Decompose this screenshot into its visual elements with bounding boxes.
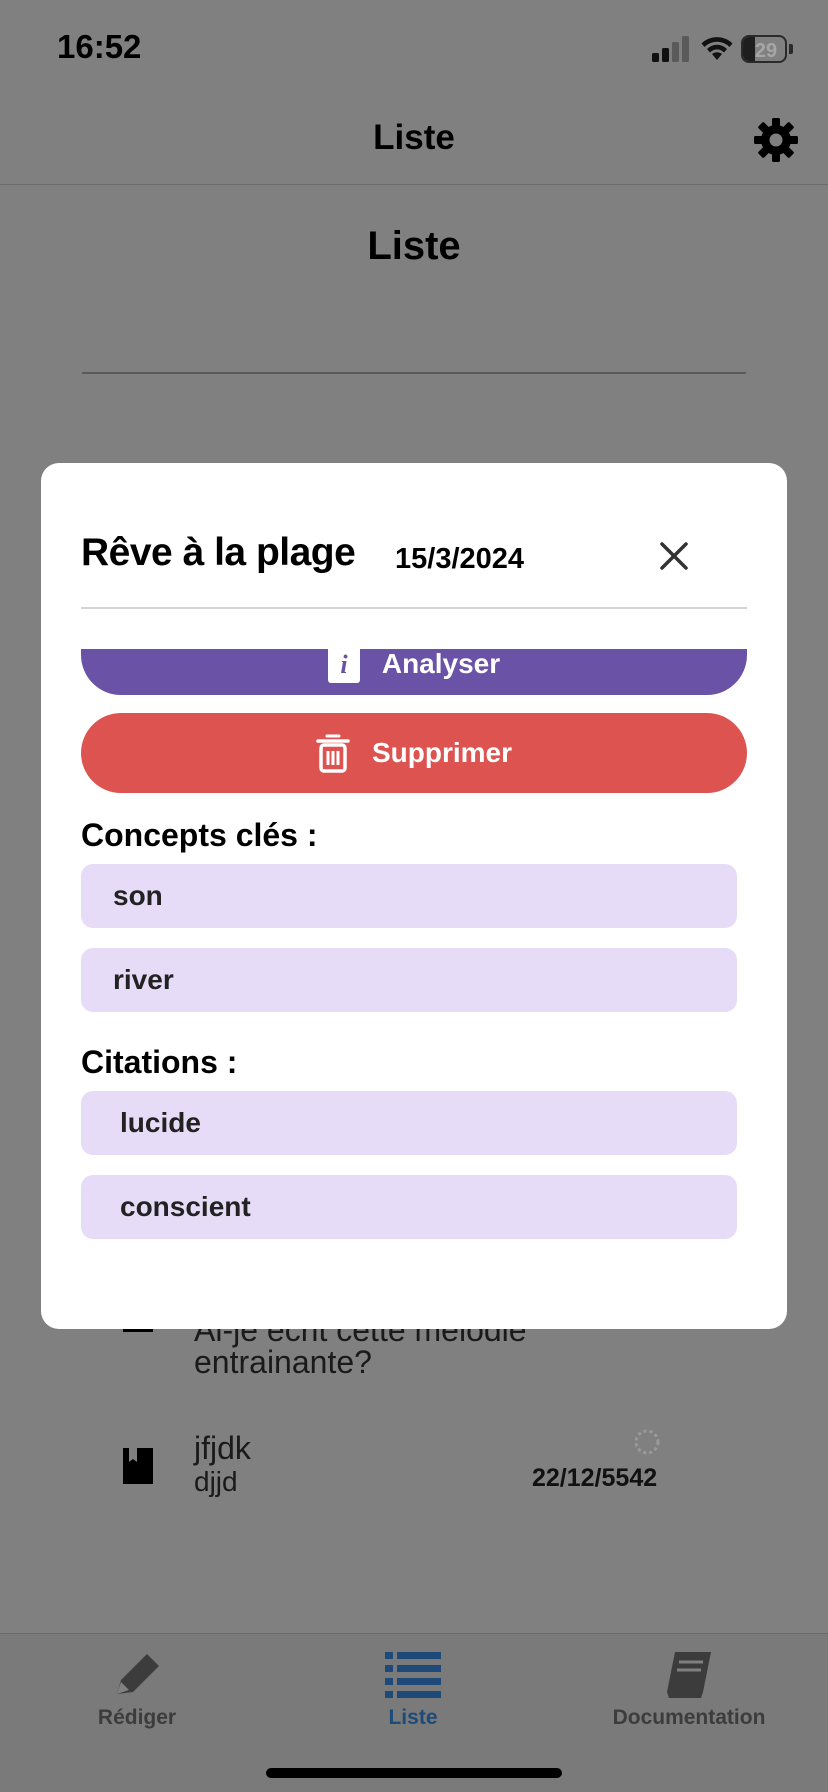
loading-spinner-icon: [634, 1429, 660, 1455]
modal-date: 15/3/2024: [395, 543, 525, 575]
concepts-title: Concepts clés :: [81, 817, 318, 853]
list-item-date: 22/12/5542: [532, 1464, 658, 1492]
nav-title: Liste: [373, 118, 455, 157]
svg-text:i: i: [340, 650, 348, 679]
battery-indicator: 29: [741, 35, 793, 63]
page-title: Liste: [367, 224, 461, 268]
battery-percent: 29: [754, 40, 778, 62]
home-indicator: [266, 1768, 562, 1778]
tab-label: Rédiger: [97, 1706, 177, 1729]
search-underline[interactable]: [82, 372, 746, 374]
concept-chip: river: [81, 948, 737, 1012]
concept-chip: son: [81, 864, 737, 928]
modal-title: Rêve à la plage: [81, 531, 356, 574]
quote-chip: lucide: [81, 1091, 737, 1155]
tab-label: Liste: [388, 1706, 438, 1729]
tab-documentation[interactable]: Documentation: [579, 1648, 799, 1730]
pencil-icon: [117, 1654, 159, 1694]
quote-chip: conscient: [81, 1175, 737, 1239]
trash-icon: [316, 734, 350, 773]
tab-liste[interactable]: Liste: [303, 1648, 523, 1730]
cellular-signal-icon: [652, 36, 689, 62]
list-item-subtitle: entrainante?: [194, 1344, 372, 1380]
close-icon[interactable]: [653, 535, 695, 577]
book-icon: [667, 1652, 711, 1698]
tab-rediger[interactable]: Rédiger: [27, 1648, 247, 1730]
concept-label: river: [113, 964, 174, 995]
list-icon: [385, 1652, 441, 1698]
quotes-title: Citations :: [81, 1044, 238, 1080]
concept-label: son: [113, 880, 163, 911]
quote-label: lucide: [120, 1107, 201, 1138]
wifi-icon: [701, 37, 733, 60]
status-time: 16:52: [57, 28, 142, 65]
gear-icon[interactable]: [752, 116, 800, 164]
list-item-title: jfjdk: [194, 1430, 251, 1466]
modal-scroll-area[interactable]: i Analyser Supprimer Concepts clés : son…: [41, 649, 787, 1329]
list-item[interactable]: jfjdk djjd 22/12/5542: [0, 1426, 828, 1536]
delete-button[interactable]: Supprimer: [81, 713, 747, 793]
quote-label: conscient: [120, 1191, 251, 1222]
info-icon: i: [327, 649, 360, 683]
delete-label: Supprimer: [371, 737, 513, 768]
nav-divider: [0, 184, 828, 185]
list-item-subtitle: djjd: [194, 1466, 238, 1497]
bookmark-book-icon: [123, 1448, 153, 1484]
analyse-button[interactable]: i Analyser: [81, 649, 747, 695]
dream-detail-modal: Rêve à la plage 15/3/2024 i Analyser Sup…: [41, 463, 787, 1329]
modal-divider: [81, 607, 747, 609]
analyse-label: Analyser: [381, 649, 501, 679]
tab-label: Documentation: [612, 1706, 766, 1729]
